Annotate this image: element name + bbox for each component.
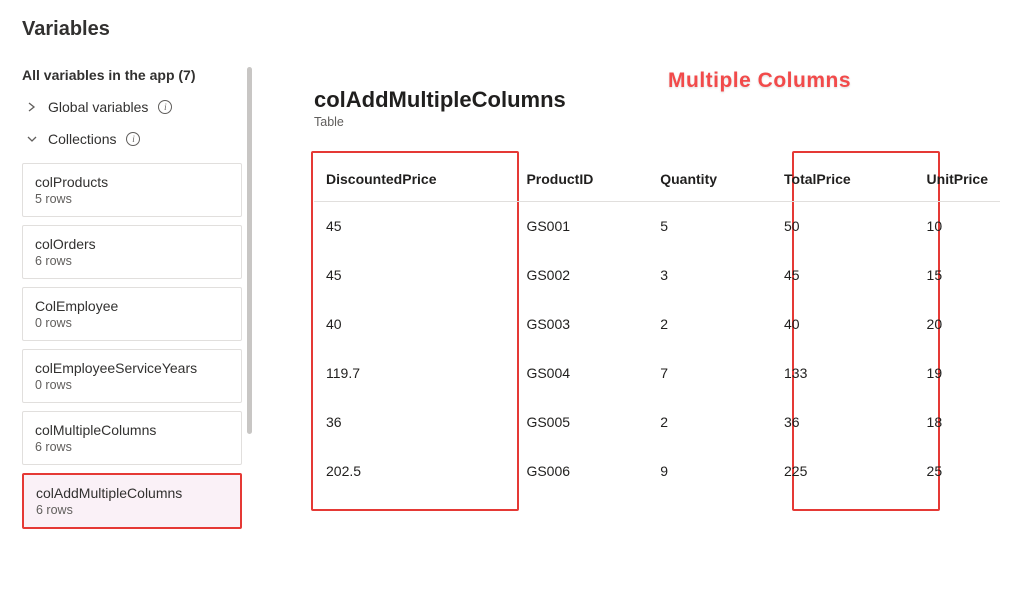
detail-pane: Multiple Columns colAddMultipleColumns T… [258,59,1024,604]
detail-subtitle: Table [314,115,1000,129]
cell: GS005 [514,398,648,447]
collection-meta: 6 rows [35,254,229,268]
table-row[interactable]: 45 GS001 5 50 10 [314,202,1000,251]
detail-title: colAddMultipleColumns [314,87,1000,113]
cell: GS004 [514,349,648,398]
cell: 7 [648,349,772,398]
cell: 18 [915,398,1000,447]
cell: 5 [648,202,772,251]
cell: 15 [915,251,1000,300]
sidebar-item-coladdmultiplecolumns[interactable]: colAddMultipleColumns 6 rows [22,473,242,529]
cell: 40 [314,300,514,349]
chevron-down-icon [26,134,38,144]
col-header-productid[interactable]: ProductID [514,157,648,202]
collection-meta: 0 rows [35,378,229,392]
cell: GS001 [514,202,648,251]
table-wrap: DiscountedPrice ProductID Quantity Total… [314,157,1000,496]
global-variables-row[interactable]: Global variables i [22,91,242,123]
cell: 9 [648,447,772,496]
collection-name: colMultipleColumns [35,422,229,438]
cell: 225 [772,447,915,496]
col-header-discountedprice[interactable]: DiscountedPrice [314,157,514,202]
cell: 2 [648,398,772,447]
collection-name: colEmployeeServiceYears [35,360,229,376]
chevron-right-icon [26,102,38,112]
collection-name: ColEmployee [35,298,229,314]
cell: 20 [915,300,1000,349]
collection-meta: 6 rows [35,440,229,454]
variables-sidebar: All variables in the app (7) Global vari… [0,59,258,604]
table-row[interactable]: 45 GS002 3 45 15 [314,251,1000,300]
sidebar-heading: All variables in the app (7) [22,67,242,83]
annotation-multiple-columns: Multiple Columns [668,69,851,93]
col-header-quantity[interactable]: Quantity [648,157,772,202]
cell: 50 [772,202,915,251]
col-header-unitprice[interactable]: UnitPrice [915,157,1000,202]
sidebar-item-colproducts[interactable]: colProducts 5 rows [22,163,242,217]
collections-label: Collections [48,131,116,147]
collection-meta: 5 rows [35,192,229,206]
table-row[interactable]: 36 GS005 2 36 18 [314,398,1000,447]
sidebar-item-colemployeeserviceyears[interactable]: colEmployeeServiceYears 0 rows [22,349,242,403]
variables-title: Variables [0,0,1024,59]
cell: 133 [772,349,915,398]
global-variables-label: Global variables [48,99,148,115]
table-row[interactable]: 202.5 GS006 9 225 25 [314,447,1000,496]
cell: 36 [314,398,514,447]
info-icon[interactable]: i [126,132,140,146]
info-icon[interactable]: i [158,100,172,114]
cell: 19 [915,349,1000,398]
cell: 25 [915,447,1000,496]
cell: GS003 [514,300,648,349]
sidebar-item-colmultiplecolumns[interactable]: colMultipleColumns 6 rows [22,411,242,465]
collections-row[interactable]: Collections i [22,123,242,155]
collection-table: DiscountedPrice ProductID Quantity Total… [314,157,1000,496]
sidebar-item-colorders[interactable]: colOrders 6 rows [22,225,242,279]
collection-name: colProducts [35,174,229,190]
cell: 3 [648,251,772,300]
collection-meta: 0 rows [35,316,229,330]
sidebar-item-colemployee[interactable]: ColEmployee 0 rows [22,287,242,341]
cell: 202.5 [314,447,514,496]
sidebar-scrollbar[interactable] [247,67,252,434]
table-row[interactable]: 119.7 GS004 7 133 19 [314,349,1000,398]
collection-name: colAddMultipleColumns [36,485,228,501]
cell: 36 [772,398,915,447]
cell: 40 [772,300,915,349]
cell: 119.7 [314,349,514,398]
cell: GS006 [514,447,648,496]
cell: GS002 [514,251,648,300]
collection-meta: 6 rows [36,503,228,517]
col-header-totalprice[interactable]: TotalPrice [772,157,915,202]
cell: 45 [314,251,514,300]
cell: 10 [915,202,1000,251]
cell: 45 [314,202,514,251]
collection-name: colOrders [35,236,229,252]
cell: 2 [648,300,772,349]
table-row[interactable]: 40 GS003 2 40 20 [314,300,1000,349]
cell: 45 [772,251,915,300]
